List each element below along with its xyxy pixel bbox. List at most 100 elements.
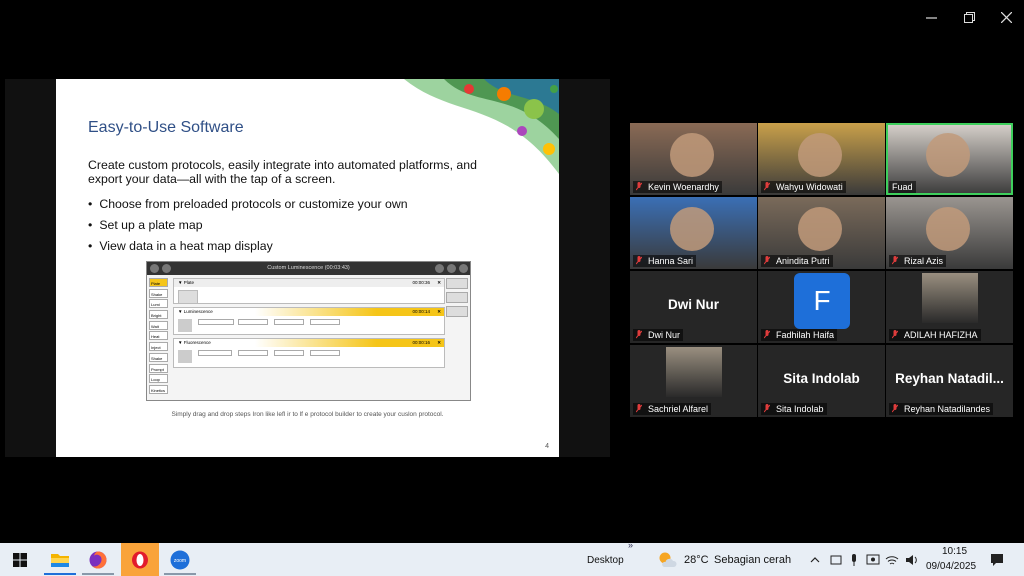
participant-tile[interactable]: Anindita Putri	[758, 197, 885, 269]
video-feed	[798, 207, 842, 251]
app-side-panel	[446, 278, 468, 320]
participant-name: Dwi Nur	[648, 330, 681, 340]
participant-name-label: Dwi Nur	[633, 329, 684, 341]
participant-name-label: Reyhan Natadilandes	[889, 403, 994, 415]
section-name: Luminescence	[183, 309, 213, 314]
participant-name-label: Kevin Woenardhy	[633, 181, 722, 193]
software-screenshot: Custom Luminescence (00:03:43) Plate Sha…	[146, 261, 471, 401]
participant-tile[interactable]: Sita Indolab Sita Indolab	[758, 345, 885, 417]
weather-widget[interactable]	[657, 550, 677, 570]
firefox-button[interactable]	[82, 543, 114, 576]
section-close-icon: ✕	[437, 309, 441, 314]
step-item: Heat	[149, 331, 168, 341]
notification-icon[interactable]	[990, 553, 1004, 567]
slide-caption: Simply drag and drop steps Iron like lef…	[171, 411, 444, 418]
participant-display-name: Reyhan Natadil...	[895, 371, 1004, 386]
taskbar: zoom Desktop » 28°C Sebagian cerah 10:15…	[0, 540, 1024, 576]
participant-display-name: Dwi Nur	[667, 297, 719, 312]
restore-button[interactable]	[950, 0, 988, 34]
bullet-item: Choose from preloaded protocols or custo…	[88, 197, 407, 218]
presentation-slide: Easy-to-Use Software Create custom proto…	[56, 79, 559, 457]
close-icon	[1000, 11, 1012, 23]
participant-name-label: Hanna Sari	[633, 255, 697, 267]
participant-tile[interactable]: Hanna Sari	[630, 197, 757, 269]
muted-mic-icon	[764, 330, 770, 339]
close-button[interactable]	[987, 0, 1024, 34]
step-item: Kinetics	[149, 384, 168, 394]
muted-mic-icon	[636, 182, 642, 191]
participant-tile[interactable]: ADILAH HAFIZHA	[886, 271, 1013, 343]
section-name: Plate	[183, 280, 194, 285]
back-icon	[162, 264, 171, 273]
participant-name: Sita Indolab	[776, 404, 824, 414]
section-name: Fluorescence	[183, 340, 211, 345]
wifi-icon[interactable]	[885, 553, 899, 567]
participant-tile[interactable]: Reyhan Natadil... Reyhan Natadilandes	[886, 345, 1013, 417]
screen-share-icon[interactable]	[866, 553, 880, 567]
bullet-item: View data in a heat map display	[88, 239, 408, 260]
minimize-button[interactable]	[912, 0, 950, 34]
muted-mic-icon	[636, 330, 642, 339]
participant-name-label: ADILAH HAFIZHA	[889, 329, 981, 341]
participant-name-label: Fadhilah Haifa	[761, 329, 838, 341]
muted-mic-icon	[892, 256, 898, 265]
plate-thumbnail	[178, 290, 198, 304]
participant-name: Fadhilah Haifa	[776, 330, 835, 340]
muted-mic-icon	[636, 256, 642, 265]
weather-text[interactable]: Sebagian cerah	[714, 554, 791, 566]
meet-now-icon[interactable]	[829, 553, 843, 567]
setting-field	[238, 319, 268, 325]
volume-icon[interactable]	[904, 553, 918, 567]
video-feed	[926, 207, 970, 251]
active-indicator	[44, 573, 76, 575]
participant-name-label: Wahyu Widowati	[761, 181, 846, 193]
participant-tile[interactable]: Kevin Woenardhy	[630, 123, 757, 195]
avatar	[666, 347, 722, 397]
participant-name: Fuad	[892, 182, 913, 192]
slide-intro: Create custom protocols, easily integrat…	[88, 158, 477, 186]
participant-name: Reyhan Natadilandes	[904, 404, 991, 414]
opera-icon	[132, 551, 148, 568]
active-indicator	[82, 573, 114, 575]
start-icon	[13, 552, 27, 567]
app-title-bar: Custom Luminescence (00:03:43)	[147, 262, 470, 275]
participant-name-label: Sachriel Alfarel	[633, 403, 712, 415]
chevron-up-icon[interactable]	[808, 553, 822, 567]
video-feed	[670, 207, 714, 251]
clock-date[interactable]: 09/04/2025	[926, 561, 976, 572]
video-feed	[926, 133, 970, 177]
minimize-icon	[925, 16, 937, 19]
opera-button[interactable]	[121, 543, 159, 576]
section-time: 00:00:14	[412, 309, 430, 314]
participant-tile[interactable]: Fuad	[886, 123, 1013, 195]
setting-field	[238, 350, 268, 356]
svg-text:zoom: zoom	[174, 558, 186, 564]
desktop-label[interactable]: Desktop	[587, 555, 624, 566]
step-item: Inject	[149, 342, 168, 352]
setting-field	[310, 319, 340, 325]
step-item: Lumi	[149, 299, 168, 309]
slide-bullets: Choose from preloaded protocols or custo…	[88, 197, 408, 260]
fluorescence-section: ▼ Fluorescence 00:00:16 ✕	[173, 338, 445, 368]
setting-field	[274, 350, 304, 356]
file-explorer-button[interactable]	[44, 543, 76, 576]
participant-tile[interactable]: Dwi Nur Dwi Nur	[630, 271, 757, 343]
protocol-builder: ▼ Plate 00:00:36 ✕ ▼ Luminescence 00:00:14 ✕…	[173, 278, 445, 396]
microphone-icon[interactable]	[847, 553, 861, 567]
weather-temp[interactable]: 28°C	[684, 554, 709, 566]
firefox-icon	[89, 551, 107, 568]
participant-name-label: Fuad	[889, 181, 916, 193]
slide-page-number: 4	[545, 443, 549, 450]
step-list: Plate Shake Lumi Bright Wait Heat Inject…	[149, 278, 168, 396]
participant-tile[interactable]: Sachriel Alfarel	[630, 345, 757, 417]
chevron-double-right-icon[interactable]: »	[628, 540, 633, 550]
start-button[interactable]	[6, 543, 34, 576]
clock-time[interactable]: 10:15	[942, 546, 967, 557]
help-icon	[459, 264, 468, 273]
zoom-button[interactable]: zoom	[164, 543, 196, 576]
participant-tile[interactable]: F Fadhilah Haifa	[758, 271, 885, 343]
muted-mic-icon	[764, 182, 770, 191]
plate-thumbnail	[178, 350, 192, 363]
participant-tile[interactable]: Rizal Azis	[886, 197, 1013, 269]
participant-tile[interactable]: Wahyu Widowati	[758, 123, 885, 195]
